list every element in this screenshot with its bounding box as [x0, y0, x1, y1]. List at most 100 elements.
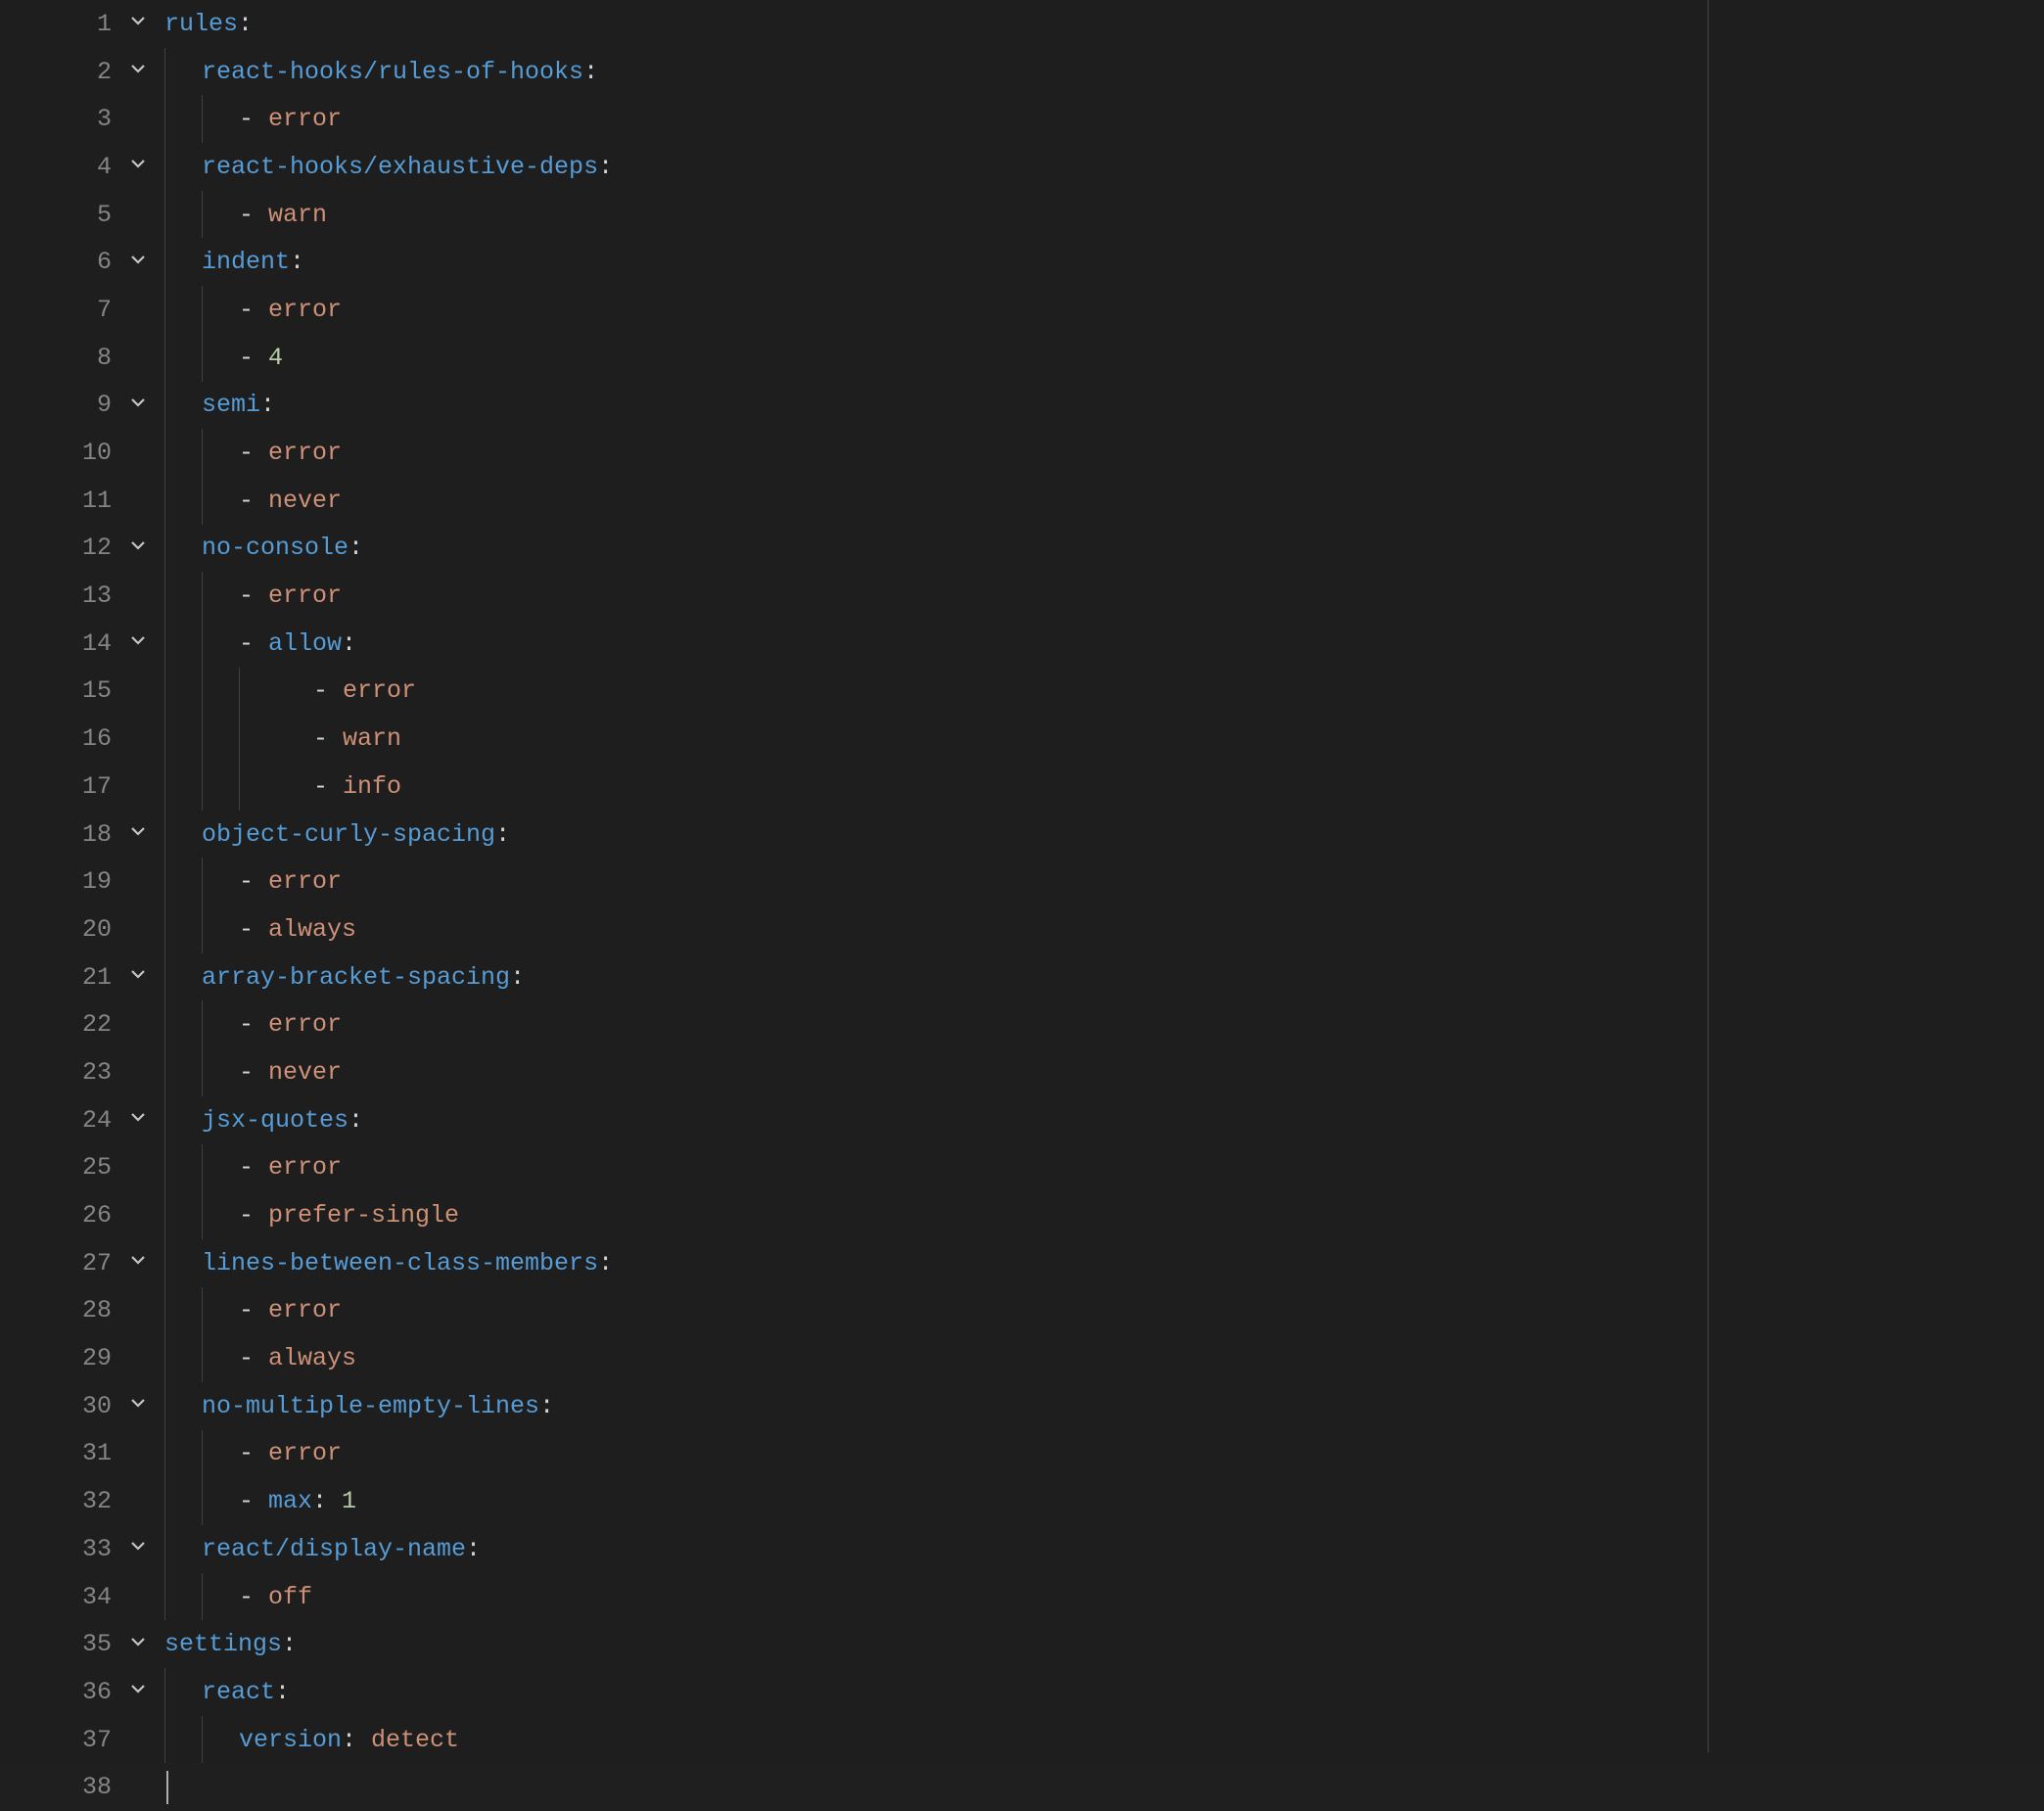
line-number-gutter[interactable]: 1 — [0, 12, 117, 36]
code-line[interactable]: 14- allow: — [0, 620, 2044, 668]
line-number-gutter[interactable]: 18 — [0, 822, 117, 847]
code-content[interactable]: react: — [202, 1680, 290, 1704]
code-content[interactable]: - allow: — [239, 631, 356, 656]
chevron-down-icon[interactable] — [126, 1677, 150, 1706]
chevron-down-icon[interactable] — [126, 248, 150, 277]
chevron-down-icon[interactable] — [126, 1105, 150, 1135]
code-line[interactable]: 5- warn — [0, 191, 2044, 239]
code-line[interactable]: 16- warn — [0, 715, 2044, 763]
fold-gutter[interactable] — [117, 1391, 159, 1420]
code-line[interactable]: 29 - always — [0, 1334, 2044, 1382]
chevron-down-icon[interactable] — [126, 819, 150, 849]
code-content[interactable]: no-multiple-empty-lines: — [202, 1394, 554, 1418]
code-line[interactable]: 30no-multiple-empty-lines: — [0, 1382, 2044, 1430]
line-number-gutter[interactable]: 31 — [0, 1441, 117, 1465]
fold-gutter[interactable] — [117, 534, 159, 563]
code-content[interactable]: - error — [239, 298, 342, 322]
code-line[interactable]: 36react: — [0, 1668, 2044, 1716]
line-number-gutter[interactable]: 6 — [0, 250, 117, 274]
fold-gutter[interactable] — [117, 391, 159, 420]
chevron-down-icon[interactable] — [126, 1630, 150, 1659]
code-content[interactable]: settings: — [164, 1632, 297, 1656]
line-number-gutter[interactable]: 38 — [0, 1775, 117, 1799]
fold-gutter[interactable] — [117, 9, 159, 38]
code-line[interactable]: 27 lines-between-class-members: — [0, 1239, 2044, 1287]
code-line[interactable]: 7 - error — [0, 286, 2044, 334]
code-content[interactable]: - prefer-single — [239, 1203, 459, 1228]
line-number-gutter[interactable]: 25 — [0, 1155, 117, 1180]
code-content[interactable]: react-hooks/rules-of-hooks: — [202, 60, 598, 84]
code-line[interactable]: 15 - error — [0, 668, 2044, 716]
fold-gutter[interactable] — [117, 57, 159, 86]
line-number-gutter[interactable]: 21 — [0, 965, 117, 990]
code-content[interactable]: rules: — [164, 12, 253, 36]
fold-gutter[interactable] — [117, 962, 159, 992]
chevron-down-icon[interactable] — [126, 534, 150, 563]
code-line[interactable]: 1 rules: — [0, 0, 2044, 48]
chevron-down-icon[interactable] — [126, 391, 150, 420]
line-number-gutter[interactable]: 10 — [0, 441, 117, 465]
code-line[interactable]: 11- never — [0, 477, 2044, 525]
line-number-gutter[interactable]: 29 — [0, 1346, 117, 1370]
line-number-gutter[interactable]: 27 — [0, 1251, 117, 1276]
code-line[interactable]: 22- error — [0, 1000, 2044, 1048]
code-content[interactable]: lines-between-class-members: — [202, 1251, 613, 1276]
code-content[interactable]: - max: 1 — [239, 1489, 356, 1513]
code-line[interactable]: 9 semi: — [0, 382, 2044, 430]
line-number-gutter[interactable]: 9 — [0, 393, 117, 417]
code-content[interactable]: - error — [239, 869, 342, 894]
fold-gutter[interactable] — [117, 1677, 159, 1706]
code-line[interactable]: 38 — [0, 1763, 2044, 1811]
code-line[interactable]: 25 - error — [0, 1144, 2044, 1192]
code-line[interactable]: 26 - prefer-single — [0, 1191, 2044, 1239]
line-number-gutter[interactable]: 22 — [0, 1012, 117, 1037]
code-content[interactable]: - info — [276, 774, 401, 799]
line-number-gutter[interactable]: 26 — [0, 1203, 117, 1228]
fold-gutter[interactable] — [117, 248, 159, 277]
code-content[interactable]: no-console: — [202, 535, 363, 560]
code-line[interactable]: 13- error — [0, 572, 2044, 620]
code-content[interactable]: object-curly-spacing: — [202, 822, 510, 847]
chevron-down-icon[interactable] — [126, 57, 150, 86]
line-number-gutter[interactable]: 15 — [0, 678, 117, 703]
fold-gutter[interactable] — [117, 628, 159, 658]
code-line[interactable]: 35 settings: — [0, 1620, 2044, 1668]
fold-gutter[interactable] — [117, 1105, 159, 1135]
chevron-down-icon[interactable] — [126, 1391, 150, 1420]
chevron-down-icon[interactable] — [126, 1248, 150, 1277]
code-content[interactable] — [164, 1771, 168, 1804]
code-content[interactable]: - warn — [239, 203, 327, 227]
code-line[interactable]: 4react-hooks/exhaustive-deps: — [0, 143, 2044, 191]
code-content[interactable]: - error — [239, 1155, 342, 1180]
code-line[interactable]: 28- error — [0, 1287, 2044, 1335]
code-content[interactable]: - always — [239, 1346, 356, 1370]
code-line[interactable]: 2 react-hooks/rules-of-hooks: — [0, 48, 2044, 96]
line-number-gutter[interactable]: 35 — [0, 1632, 117, 1656]
line-number-gutter[interactable]: 20 — [0, 917, 117, 942]
code-line[interactable]: 24 jsx-quotes: — [0, 1096, 2044, 1144]
line-number-gutter[interactable]: 16 — [0, 726, 117, 751]
line-number-gutter[interactable]: 24 — [0, 1108, 117, 1133]
code-line[interactable]: 17- info — [0, 763, 2044, 811]
code-line[interactable]: 8- 4 — [0, 334, 2044, 382]
code-line[interactable]: 32- max: 1 — [0, 1477, 2044, 1525]
code-content[interactable]: - error — [239, 441, 342, 465]
line-number-gutter[interactable]: 8 — [0, 346, 117, 370]
code-line[interactable]: 31- error — [0, 1430, 2044, 1478]
line-number-gutter[interactable]: 3 — [0, 107, 117, 131]
code-content[interactable]: - error — [239, 107, 342, 131]
code-line[interactable]: 20- always — [0, 906, 2044, 953]
code-content[interactable]: - error — [276, 678, 416, 703]
code-line[interactable]: 34 - off — [0, 1573, 2044, 1621]
line-number-gutter[interactable]: 19 — [0, 869, 117, 894]
code-content[interactable]: semi: — [202, 393, 275, 417]
line-number-gutter[interactable]: 7 — [0, 298, 117, 322]
code-line[interactable]: 3 - error — [0, 95, 2044, 143]
code-content[interactable]: - off — [239, 1585, 312, 1609]
code-content[interactable]: jsx-quotes: — [202, 1108, 363, 1133]
code-line[interactable]: 23- never — [0, 1048, 2044, 1096]
line-number-gutter[interactable]: 2 — [0, 60, 117, 84]
line-number-gutter[interactable]: 34 — [0, 1585, 117, 1609]
code-line[interactable]: 21array-bracket-spacing: — [0, 953, 2044, 1001]
fold-gutter[interactable] — [117, 1630, 159, 1659]
